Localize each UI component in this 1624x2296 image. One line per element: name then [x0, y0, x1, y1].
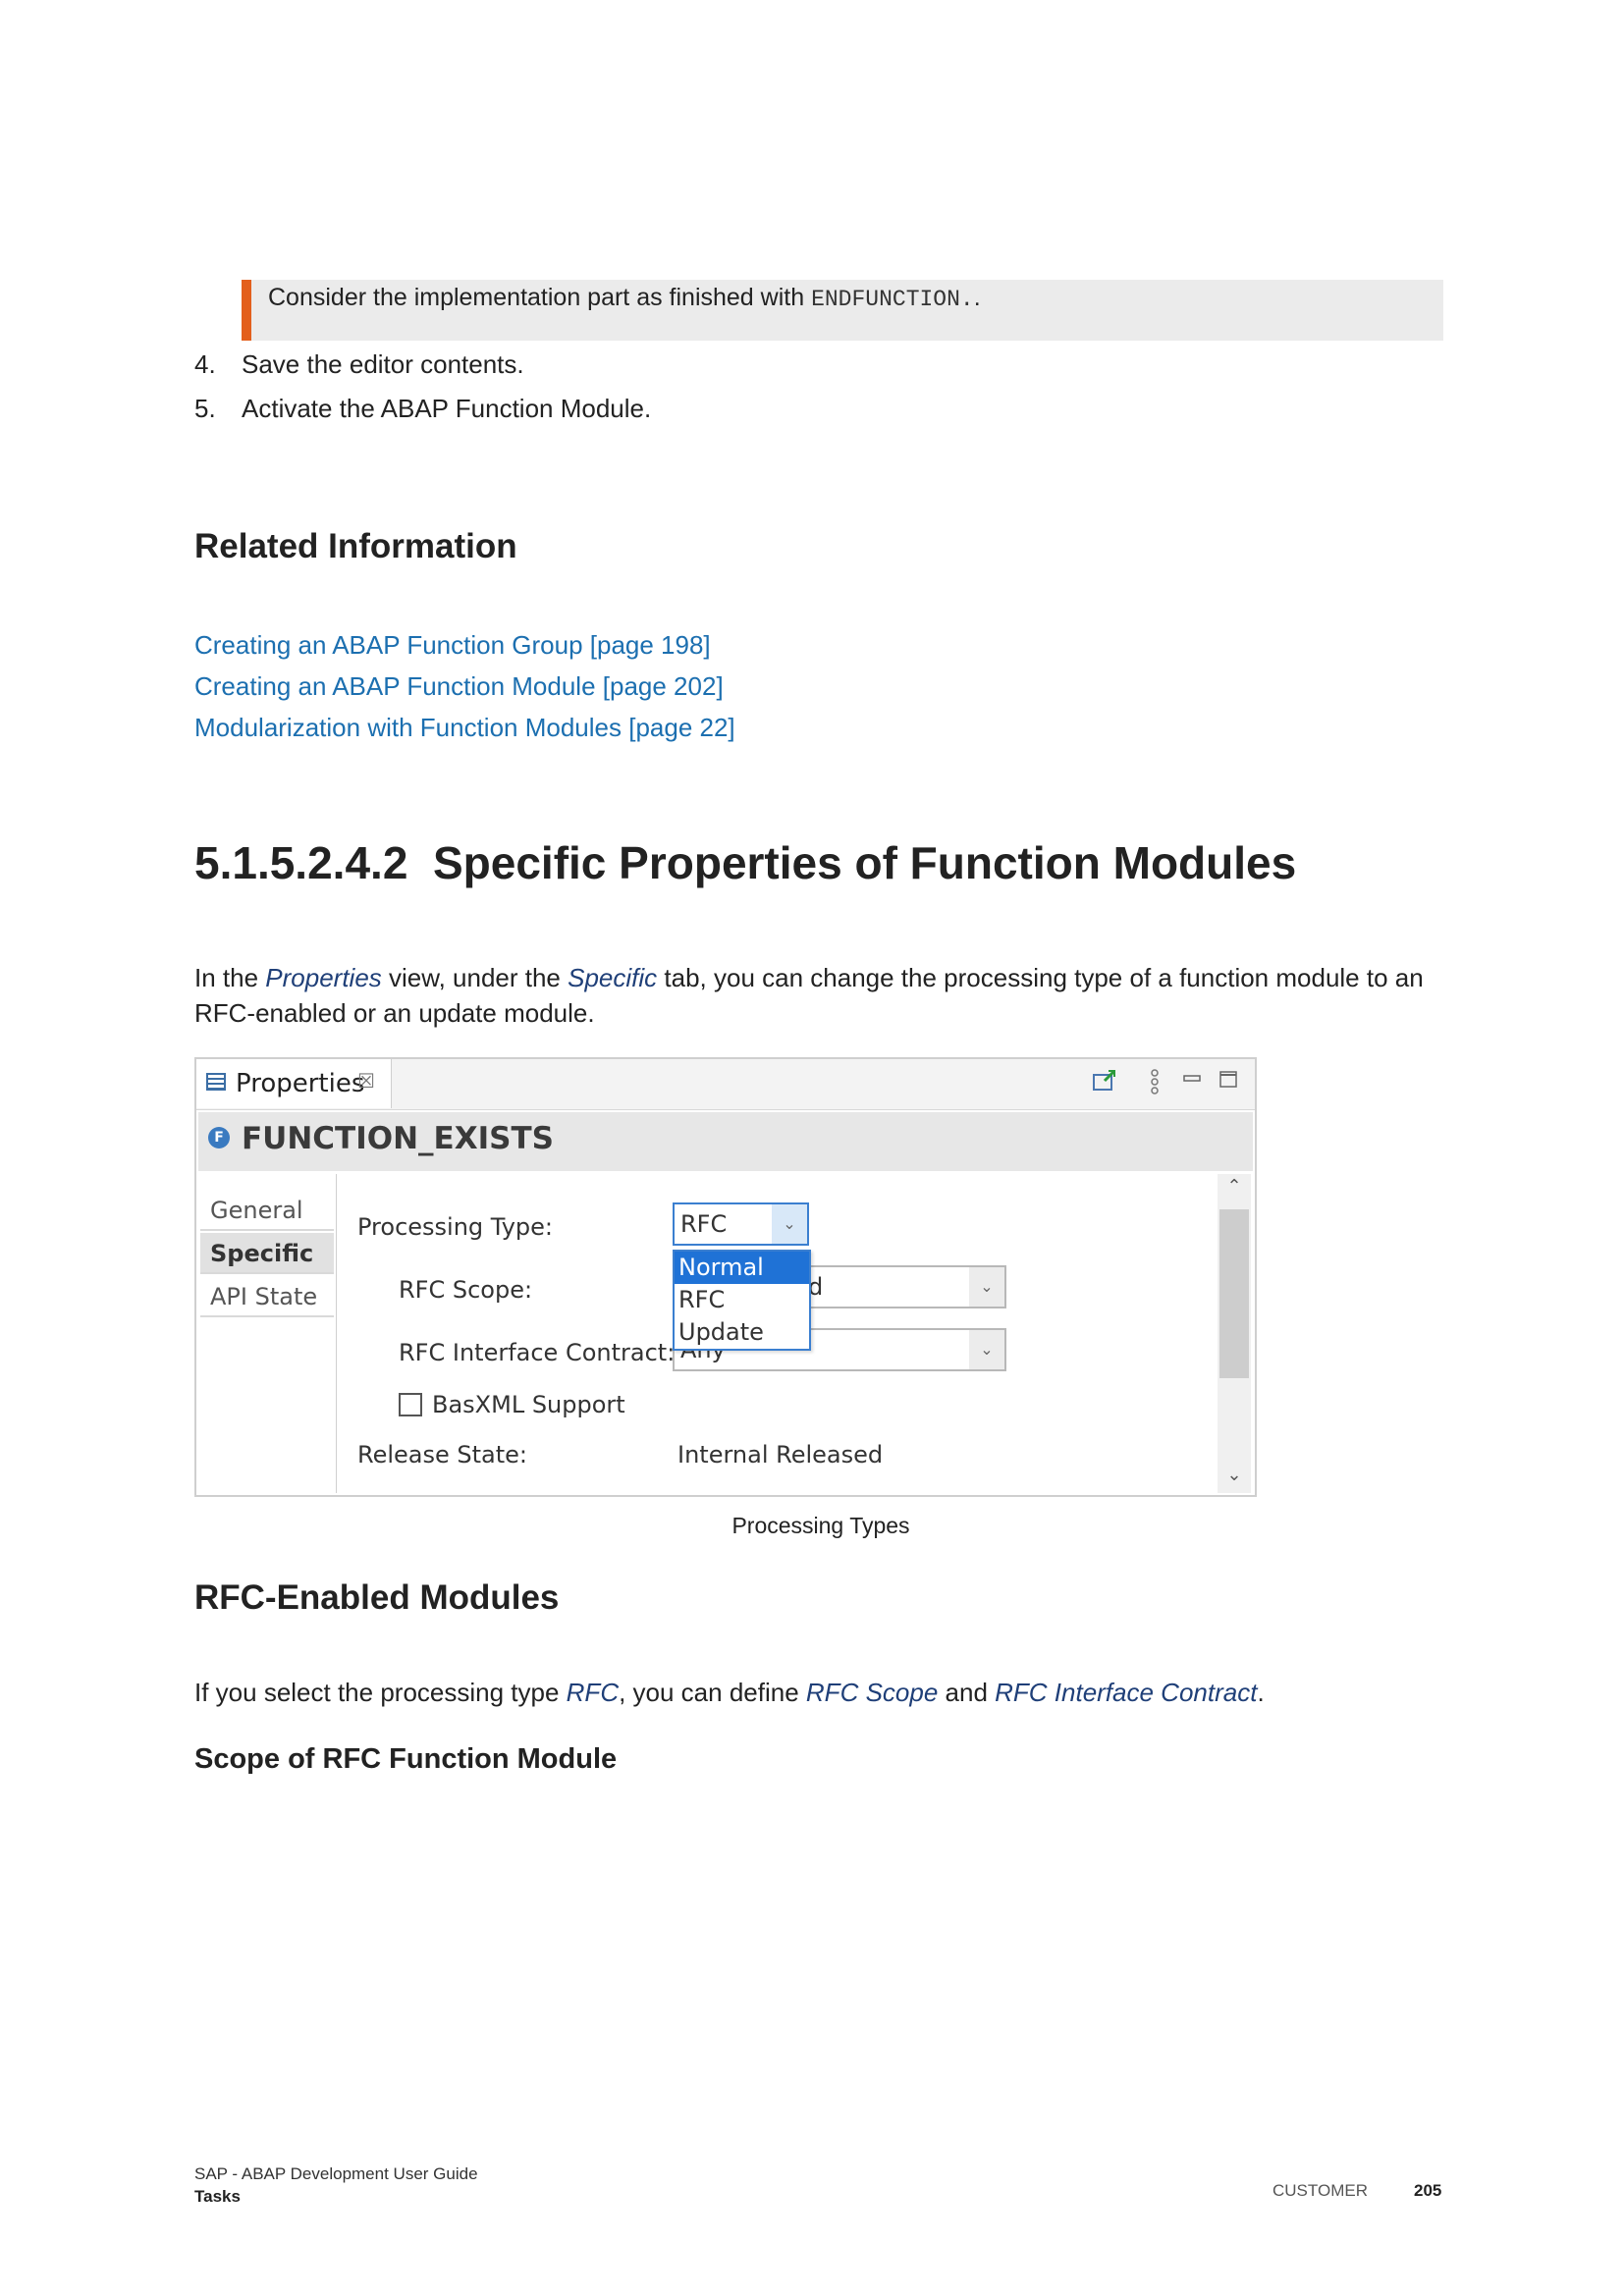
- step-number: 4.: [194, 349, 216, 379]
- section-heading: 5.1.5.2.4.2 Specific Properties of Funct…: [194, 836, 1296, 889]
- step-text: Activate the ABAP Function Module.: [242, 394, 652, 423]
- vertical-scrollbar[interactable]: ⌃ ⌄: [1218, 1174, 1251, 1493]
- step-list: 4. Save the editor contents. 5. Activate…: [194, 346, 1373, 434]
- processing-type-select[interactable]: RFC ⌄: [673, 1202, 809, 1246]
- list-item: 5. Activate the ABAP Function Module.: [194, 390, 1373, 434]
- processing-type-dropdown: Normal RFC Update: [673, 1250, 811, 1351]
- note-text-end: .: [973, 284, 981, 311]
- page-number: 205: [1414, 2181, 1442, 2200]
- option-rfc[interactable]: RFC: [675, 1284, 809, 1316]
- view-tab-bar: Properties ☒: [196, 1059, 1255, 1110]
- text-run: and: [938, 1678, 996, 1707]
- specific-term: Specific: [568, 963, 658, 992]
- rfc-interface-label: RFC Interface Contract:: [399, 1339, 676, 1366]
- basxml-label: BasXML Support: [432, 1391, 625, 1418]
- basxml-checkbox[interactable]: [399, 1393, 422, 1416]
- footer-doc-title: SAP - ABAP Development User Guide: [194, 2164, 478, 2183]
- related-info-heading: Related Information: [194, 527, 517, 565]
- properties-term: Properties: [265, 963, 382, 992]
- pin-view-icon[interactable]: [1092, 1069, 1117, 1098]
- text-run: In the: [194, 963, 266, 992]
- view-menu-icon[interactable]: [1149, 1069, 1161, 1100]
- note-box: Consider the implementation part as fini…: [242, 280, 1443, 341]
- processing-type-value: RFC: [680, 1210, 728, 1238]
- properties-sidebar: General Specific API State: [198, 1174, 337, 1493]
- minimize-icon[interactable]: [1183, 1069, 1201, 1095]
- related-links: Creating an ABAP Function Group [page 19…: [194, 624, 735, 748]
- properties-view-icon: [206, 1073, 226, 1091]
- option-update[interactable]: Update: [675, 1316, 809, 1349]
- release-state-value: Internal Released: [677, 1441, 884, 1468]
- tab-properties[interactable]: Properties ☒: [196, 1059, 392, 1108]
- chevron-down-icon: ⌄: [772, 1204, 807, 1244]
- scope-heading: Scope of RFC Function Module: [194, 1743, 618, 1775]
- rfc-enabled-heading: RFC-Enabled Modules: [194, 1578, 560, 1617]
- maximize-icon[interactable]: [1219, 1069, 1237, 1095]
- chevron-up-icon[interactable]: ⌃: [1218, 1176, 1251, 1197]
- section-title: Specific Properties of Function Modules: [432, 837, 1297, 888]
- step-number: 5.: [194, 394, 216, 423]
- section-number: 5.1.5.2.4.2: [194, 837, 408, 888]
- scrollbar-thumb[interactable]: [1219, 1209, 1249, 1378]
- note-text: Consider the implementation part as fini…: [268, 284, 812, 311]
- tab-specific[interactable]: Specific: [200, 1233, 334, 1274]
- link-function-group[interactable]: Creating an ABAP Function Group [page 19…: [194, 624, 735, 666]
- option-normal[interactable]: Normal: [675, 1252, 809, 1284]
- release-state-label: Release State:: [357, 1441, 528, 1468]
- chevron-down-icon: ⌄: [969, 1267, 1004, 1307]
- rfc-paragraph: If you select the processing type RFC, y…: [194, 1675, 1441, 1710]
- chevron-down-icon[interactable]: ⌄: [1218, 1465, 1251, 1485]
- processing-type-label: Processing Type:: [357, 1213, 553, 1241]
- function-name: FUNCTION_EXISTS: [242, 1121, 554, 1156]
- rfc-scope-label: RFC Scope:: [399, 1276, 533, 1304]
- tab-api-state[interactable]: API State: [200, 1276, 334, 1317]
- text-run: , you can define: [619, 1678, 806, 1707]
- rfc-term: RFC: [566, 1678, 620, 1707]
- intro-paragraph: In the Properties view, under the Specif…: [194, 960, 1441, 1031]
- close-icon[interactable]: ☒: [357, 1069, 375, 1093]
- list-item: 4. Save the editor contents.: [194, 346, 1373, 390]
- properties-header: F FUNCTION_EXISTS: [198, 1112, 1253, 1171]
- tab-label: Properties: [236, 1069, 365, 1098]
- tab-general[interactable]: General: [200, 1190, 334, 1231]
- function-module-icon: F: [208, 1127, 230, 1148]
- footer-chapter: Tasks: [194, 2187, 241, 2206]
- note-code: ENDFUNCTION.: [811, 287, 974, 312]
- step-text: Save the editor contents.: [242, 349, 524, 379]
- text-run: view, under the: [381, 963, 568, 992]
- footer-doc-info: SAP - ABAP Development User Guide Tasks: [194, 2163, 478, 2208]
- figure-caption: Processing Types: [731, 1513, 910, 1538]
- link-modularization[interactable]: Modularization with Function Modules [pa…: [194, 707, 735, 748]
- rfc-scope-term: RFC Scope: [805, 1678, 939, 1707]
- rfc-interface-term: RFC Interface Contract: [995, 1678, 1258, 1707]
- chevron-down-icon: ⌄: [969, 1330, 1004, 1369]
- text-run: If you select the processing type: [194, 1678, 567, 1707]
- link-function-module[interactable]: Creating an ABAP Function Module [page 2…: [194, 666, 735, 707]
- properties-view-screenshot: Properties ☒ F FUNCTION_EXISTS General S…: [194, 1057, 1257, 1497]
- footer-audience: CUSTOMER: [1272, 2181, 1368, 2200]
- text-run: .: [1257, 1678, 1265, 1707]
